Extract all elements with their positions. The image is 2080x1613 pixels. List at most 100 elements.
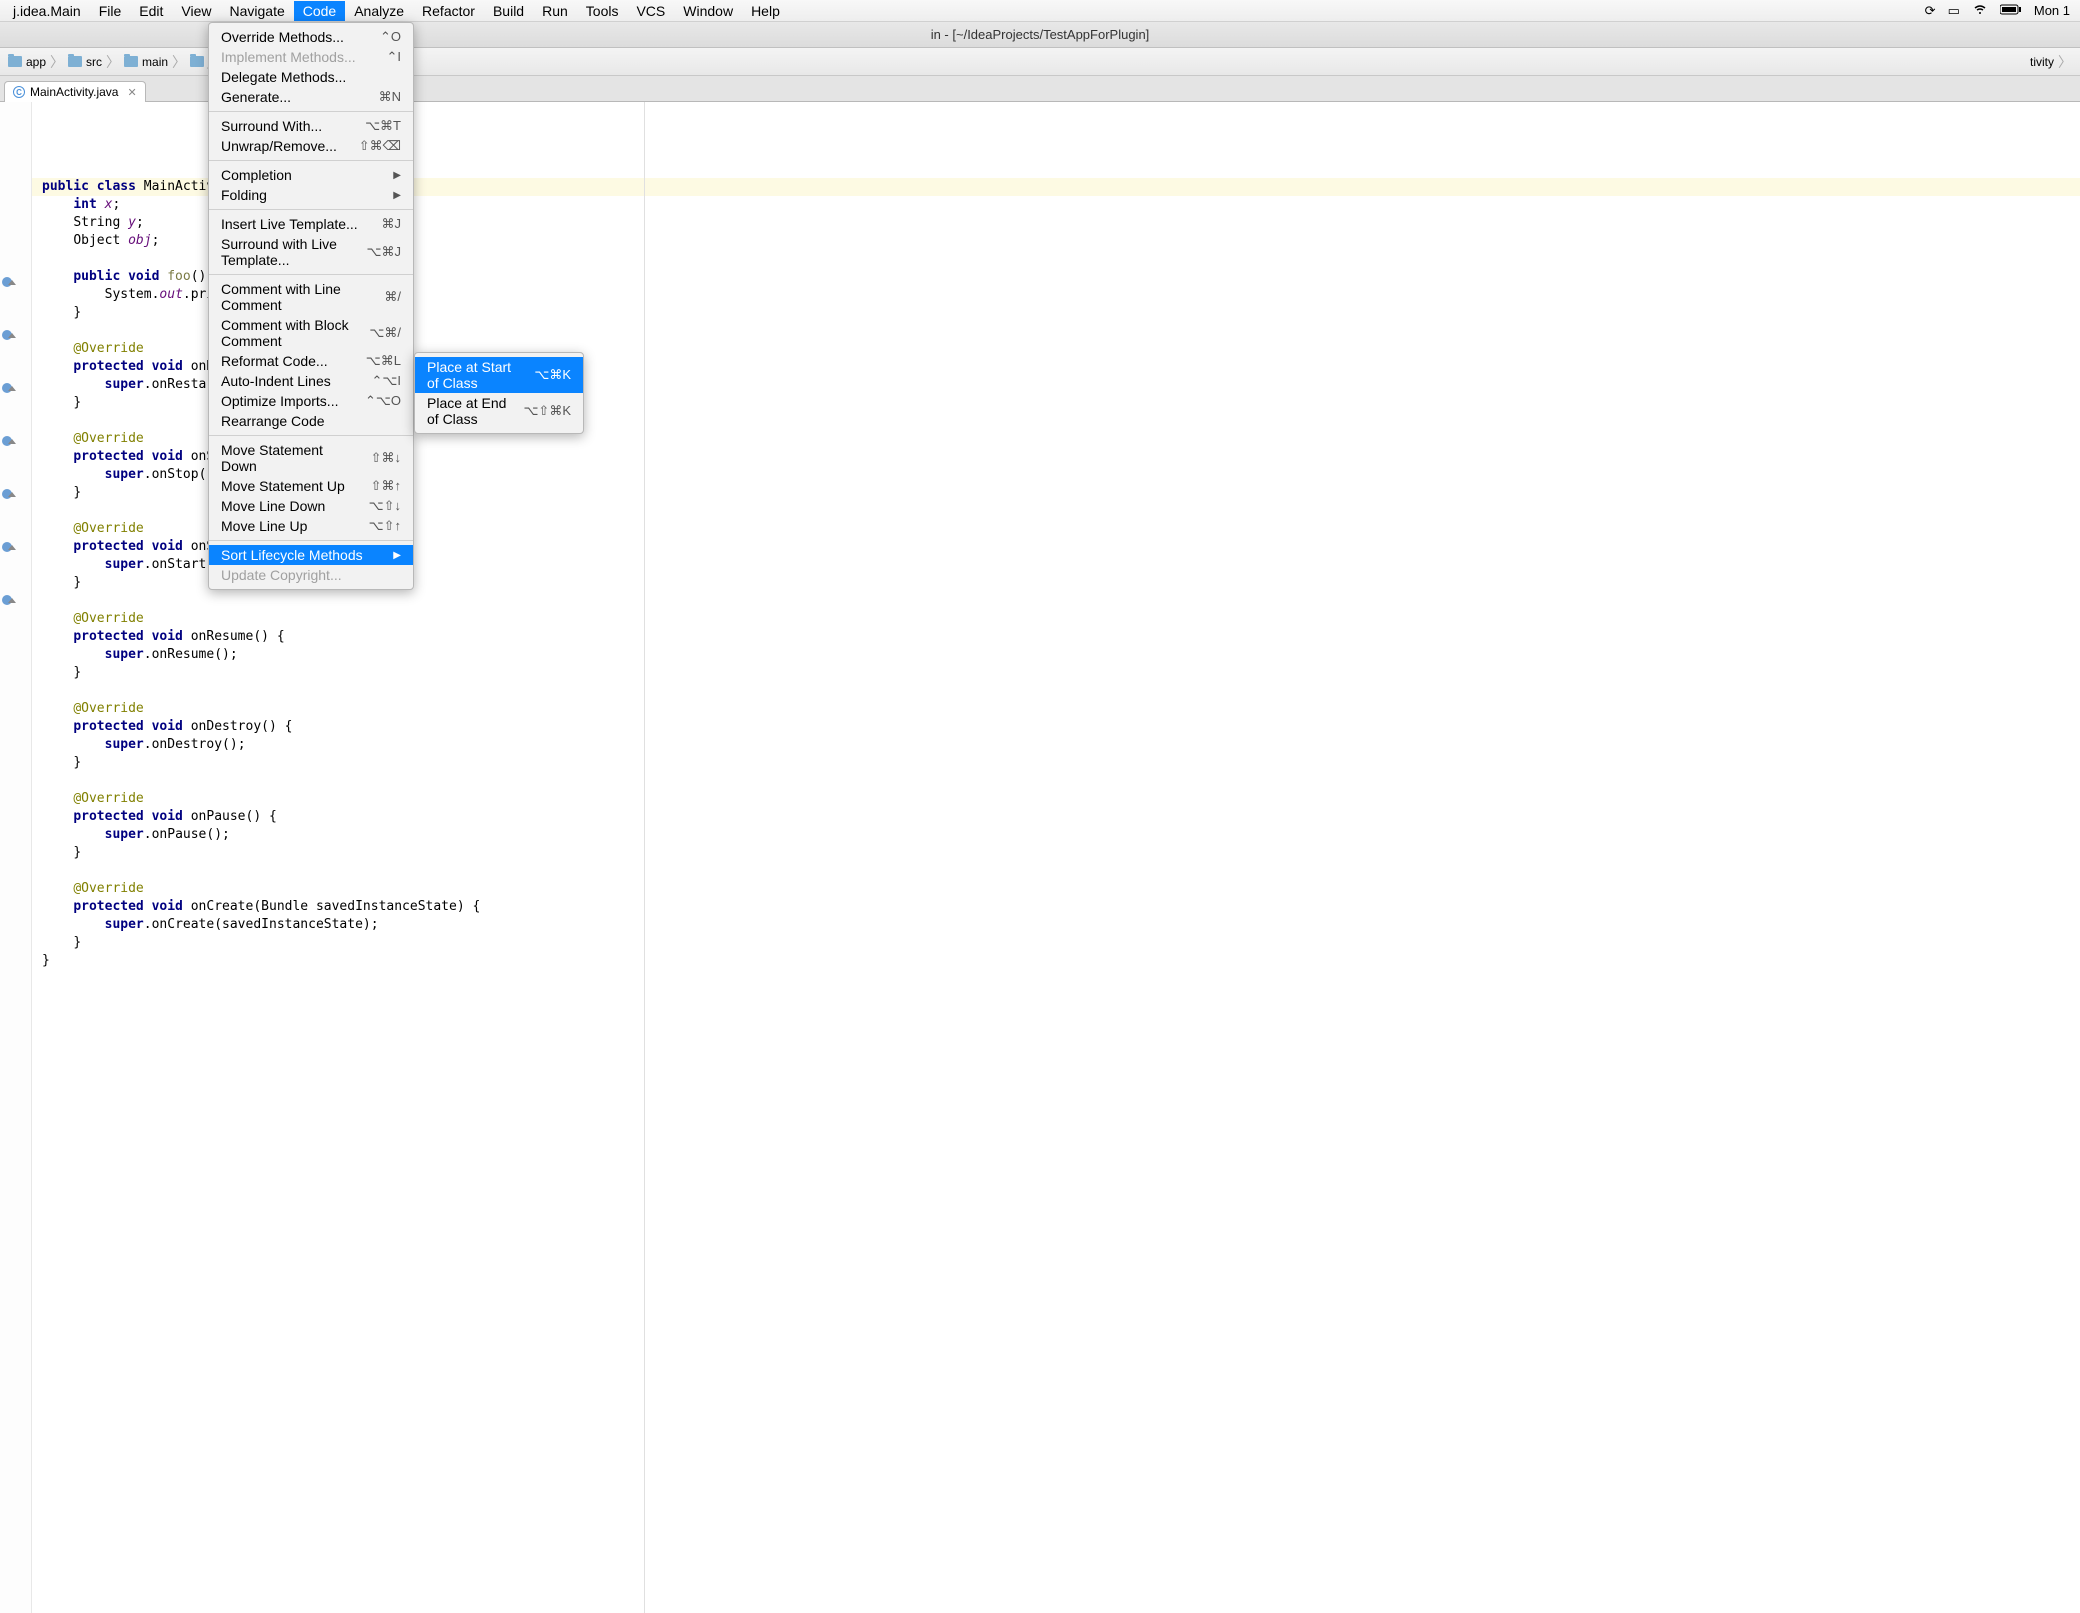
menu-item-label: Override Methods... [221,29,344,45]
override-gutter-icon[interactable] [2,595,12,605]
submenu-arrow-icon: ▶ [393,190,401,201]
menu-shortcut: ⌥⌘K [534,367,571,383]
menu-shortcut: ⌥⌘T [365,118,401,134]
menu-item-reformat-code[interactable]: Reformat Code...⌥⌘L [209,351,413,371]
menu-item-surround-with[interactable]: Surround With... ⌥⌘T [209,116,413,136]
menu-item-label: Insert Live Template... [221,216,358,232]
menu-shortcut: ⌃⌥I [372,373,402,389]
menubar-navigate[interactable]: Navigate [220,1,293,21]
menu-item-label: Surround With... [221,118,322,134]
menu-item-comment-with-line-comment[interactable]: Comment with Line Comment ⌘/ [209,279,413,315]
breadcrumb-main[interactable]: main [122,55,170,69]
battery-icon[interactable] [2000,3,2022,18]
wifi-icon[interactable] [1972,3,1988,18]
menu-shortcut: ⌥⌘L [366,353,401,369]
close-icon[interactable]: ✕ [123,86,136,99]
menubar-tools[interactable]: Tools [577,1,628,21]
menu-item-label: Move Statement Up [221,478,345,494]
menubar-file[interactable]: File [90,1,131,21]
menu-shortcut: ⌥⌘J [367,244,401,260]
menu-shortcut: ⌃O [380,29,401,45]
menu-item-label: Move Statement Down [221,442,359,474]
menu-separator [209,435,413,436]
menu-item-label: Unwrap/Remove... [221,138,337,154]
override-gutter-icon[interactable] [2,436,12,446]
menubar-clock[interactable]: Mon 1 [2034,3,2070,18]
menubar-help[interactable]: Help [742,1,789,21]
menu-item-label: Place at Start of Class [427,359,522,391]
folder-icon [68,56,82,67]
override-gutter-icon[interactable] [2,489,12,499]
menubar-vcs[interactable]: VCS [627,1,674,21]
breadcrumb-app[interactable]: app [6,55,48,69]
editor-gutter[interactable] [0,102,32,1613]
menu-item-optimize-imports[interactable]: Optimize Imports...⌃⌥O [209,391,413,411]
override-gutter-icon[interactable] [2,542,12,552]
menu-item-label: Generate... [221,89,291,105]
menu-item-surround-with-live-template[interactable]: Surround with Live Template... ⌥⌘J [209,234,413,270]
menu-item-insert-live-template[interactable]: Insert Live Template...⌘J [209,214,413,234]
menubar-build[interactable]: Build [484,1,533,21]
menu-item-label: Completion [221,167,292,183]
menu-shortcut: ⌥⌘/ [369,325,401,341]
menubar-run[interactable]: Run [533,1,577,21]
menu-item-move-line-down[interactable]: Move Line Down⌥⇧↓ [209,496,413,516]
menu-item-folding[interactable]: Folding ▶ [209,185,413,205]
menu-item-label: Place at End of Class [427,395,511,427]
menubar-app-name[interactable]: j.idea.Main [4,1,90,21]
menu-shortcut: ⇧⌘↑ [371,478,401,494]
folder-icon [8,56,22,67]
menu-shortcut: ⇧⌘↓ [371,450,401,466]
menu-item-unwrap-remove[interactable]: Unwrap/Remove...⇧⌘⌫ [209,136,413,156]
menu-separator [209,111,413,112]
menu-separator [209,540,413,541]
menu-item-move-line-up[interactable]: Move Line Up⌥⇧↑ [209,516,413,536]
menubar-edit[interactable]: Edit [130,1,172,21]
breadcrumb-src[interactable]: src [66,55,104,69]
override-gutter-icon[interactable] [2,277,12,287]
menu-item-auto-indent-lines[interactable]: Auto-Indent Lines ⌃⌥I [209,371,413,391]
breadcrumb-separator: 〉 [2056,52,2074,72]
menu-item-label: Implement Methods... [221,49,356,65]
menu-item-update-copyright: Update Copyright... [209,565,413,585]
menu-item-label: Surround with Live Template... [221,236,355,268]
menu-item-rearrange-code[interactable]: Rearrange Code [209,411,413,431]
menubar-refactor[interactable]: Refactor [413,1,484,21]
override-gutter-icon[interactable] [2,383,12,393]
submenu-item-place-at-start-of-class[interactable]: Place at Start of Class ⌥⌘K [415,357,583,393]
menu-separator [209,160,413,161]
breadcrumb-separator: 〉 [48,52,66,72]
menu-shortcut: ⌘/ [384,289,401,305]
menu-item-comment-with-block-comment[interactable]: Comment with Block Comment ⌥⌘/ [209,315,413,351]
menubar-view[interactable]: View [172,1,220,21]
menu-shortcut: ⌥⇧↑ [369,518,401,534]
editor-tab[interactable]: C MainActivity.java ✕ [4,81,146,102]
menubar-status-area: ⟳ ▭ Mon 1 [1925,3,2076,19]
menu-item-move-statement-up[interactable]: Move Statement Up ⇧⌘↑ [209,476,413,496]
submenu-item-place-at-end-of-class[interactable]: Place at End of Class⌥⇧⌘K [415,393,583,429]
menu-item-label: Comment with Block Comment [221,317,357,349]
breadcrumb-activity[interactable]: tivity [2028,55,2056,69]
menu-item-completion[interactable]: Completion▶ [209,165,413,185]
menu-item-generate[interactable]: Generate...⌘N [209,87,413,107]
sort-lifecycle-submenu: Place at Start of Class ⌥⌘K Place at End o… [414,352,584,434]
tab-label: MainActivity.java [30,85,118,99]
menu-item-label: Auto-Indent Lines [221,373,331,389]
menu-item-label: Comment with Line Comment [221,281,372,313]
menu-item-delegate-methods[interactable]: Delegate Methods... [209,67,413,87]
menubar-code[interactable]: Code [294,1,345,21]
menu-item-move-statement-down[interactable]: Move Statement Down ⇧⌘↓ [209,440,413,476]
menubar-window[interactable]: Window [674,1,742,21]
menu-item-label: Folding [221,187,267,203]
menu-shortcut: ⌃⌥O [365,393,401,409]
menubar-analyze[interactable]: Analyze [345,1,413,21]
window-title: in - [~/IdeaProjects/TestAppForPlugin] [931,27,1150,42]
menu-item-label: Rearrange Code [221,413,325,429]
submenu-arrow-icon: ▶ [393,550,401,561]
menu-item-override-methods[interactable]: Override Methods... ⌃O [209,27,413,47]
sync-icon[interactable]: ⟳ [1925,3,1936,19]
override-gutter-icon[interactable] [2,330,12,340]
breadcrumb-separator: 〉 [104,52,122,72]
airplay-icon[interactable]: ▭ [1948,3,1960,19]
menu-item-sort-lifecycle-methods[interactable]: Sort Lifecycle Methods▶ [209,545,413,565]
